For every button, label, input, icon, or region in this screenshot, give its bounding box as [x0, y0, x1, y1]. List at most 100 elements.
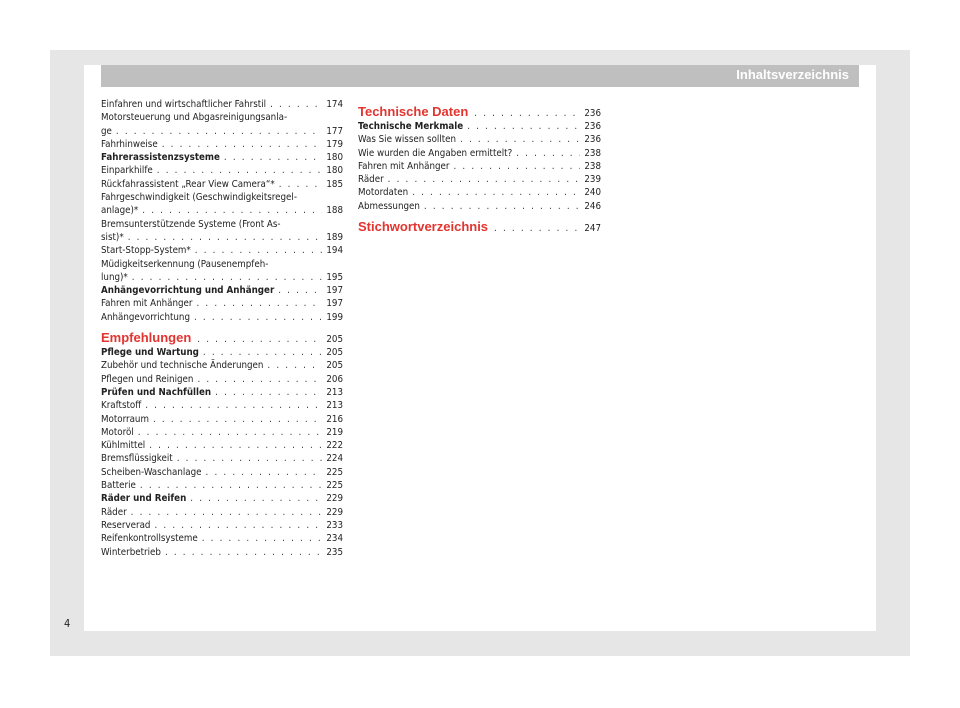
toc-entry-text: Motoröl [101, 426, 134, 438]
toc-entry[interactable]: Pflegen und Reinigen 206 [101, 373, 343, 386]
toc-entry-text: Bremsflüssigkeit [101, 453, 173, 465]
toc-entry[interactable]: Winterbetrieb 235 [101, 546, 343, 559]
toc-entry[interactable]: Reserverad 233 [101, 519, 343, 532]
page-ref: 213 [326, 386, 343, 398]
toc-entry-text: Pflege und Wartung [101, 347, 199, 359]
toc-entry[interactable]: Räder 239 [358, 173, 601, 186]
toc-entry-text: Anhängevorrichtung [101, 311, 190, 323]
toc-entry[interactable]: Anhängevorrichtung 199 [101, 311, 343, 324]
dot-leader [203, 346, 322, 359]
toc-entry-text: Reserverad [101, 519, 151, 531]
toc-entry[interactable]: Fahrerassistenzsysteme 180 [101, 151, 343, 164]
toc-entry[interactable]: Motorsteuerung und Abgasreinigungsanla-g… [101, 111, 343, 138]
section-title: Stichwortverzeichnis [358, 219, 489, 235]
toc-entry-text: Müdigkeitserkennung (Pausenempfeh- [101, 258, 269, 270]
page-ref: 236 [584, 134, 601, 146]
toc-entry-text: Räder [358, 174, 384, 186]
toc-entry[interactable]: Einfahren und wirtschaftlicher Fahrstil 1… [101, 98, 343, 111]
dot-leader [215, 386, 322, 399]
toc-entry[interactable]: Einparkhilfe 180 [101, 164, 343, 177]
toc-entry[interactable]: Fahren mit Anhänger 197 [101, 297, 343, 310]
toc-entry-text: Einparkhilfe [101, 165, 153, 177]
toc-entry[interactable]: Prüfen und Nachfüllen 213 [101, 386, 343, 399]
toc-entry-text: Was Sie wissen sollten [358, 134, 457, 146]
toc-entry[interactable]: Räder 229 [101, 506, 343, 519]
toc-entry-text: Wie wurden die Angaben ermittelt? [358, 147, 513, 159]
toc-entry[interactable]: Räder und Reifen 229 [101, 492, 343, 505]
toc-entry-text: Räder [101, 506, 127, 518]
page-ref: 197 [326, 298, 343, 310]
page-ref: 179 [326, 138, 343, 150]
toc-entry-text: Fahren mit Anhänger [101, 298, 193, 310]
toc-entry[interactable]: Technische Merkmale 236 [358, 120, 601, 133]
dot-leader [162, 138, 323, 151]
page-ref: 236 [584, 108, 601, 119]
toc-entry[interactable]: Batterie 225 [101, 479, 343, 492]
dot-leader [424, 200, 580, 213]
dot-leader [195, 244, 323, 257]
toc-entry[interactable]: Reifenkontrollsysteme 234 [101, 532, 343, 545]
toc-entry[interactable]: Fahren mit Anhänger 238 [358, 160, 601, 173]
page-ref: 199 [326, 311, 343, 323]
dot-leader [165, 546, 322, 559]
toc-entry-text: Reifenkontrollsysteme [101, 533, 198, 545]
dot-leader [194, 311, 322, 324]
dot-leader [145, 399, 322, 412]
dot-leader [494, 223, 580, 234]
toc-section-heading[interactable]: Technische Daten 236 [358, 104, 601, 119]
toc-section-heading[interactable]: Empfehlungen 205 [101, 330, 343, 345]
toc-entry[interactable]: Pflege und Wartung 205 [101, 346, 343, 359]
toc-entry-text: ge [101, 125, 112, 137]
page-ref: 222 [326, 440, 343, 452]
page-ref: 234 [326, 533, 343, 545]
page-ref: 246 [584, 200, 601, 212]
toc-entry-text: Zubehör und technische Änderungen [101, 360, 264, 372]
dot-leader [267, 359, 322, 372]
page-ref: 180 [326, 152, 343, 164]
toc-entry[interactable]: Scheiben-Waschanlage 225 [101, 466, 343, 479]
toc-entry[interactable]: Bremsunterstützende Systeme (Front As-si… [101, 218, 343, 245]
toc-entry[interactable]: Was Sie wissen sollten 236 [358, 133, 601, 146]
page-ref: 188 [326, 205, 343, 217]
dot-leader [197, 373, 322, 386]
toc-entry-text: Rückfahrassistent „Rear View Camera“* [101, 178, 275, 190]
page-ref: 238 [584, 147, 601, 159]
toc-entry[interactable]: Müdigkeitserkennung (Pausenempfeh-lung)*… [101, 258, 343, 285]
toc-entry-text: Räder und Reifen [101, 493, 187, 505]
toc-entry[interactable]: Start-Stopp-System* 194 [101, 244, 343, 257]
toc-entry-text: Batterie [101, 480, 136, 492]
dot-leader [278, 284, 322, 297]
toc-entry[interactable]: Bremsflüssigkeit 224 [101, 452, 343, 465]
page-ref: 174 [326, 99, 343, 110]
dot-leader [202, 532, 323, 545]
dot-leader [190, 492, 322, 505]
toc-entry-text: lung)* [101, 271, 128, 283]
page-number: 4 [64, 617, 71, 630]
toc-entry-text: sist)* [101, 231, 124, 243]
toc-left-column: Einfahren und wirtschaftlicher Fahrstil 1… [101, 98, 343, 559]
page-ref: 224 [326, 453, 343, 465]
page-ref: 229 [326, 493, 343, 505]
toc-entry[interactable]: Motorraum 216 [101, 413, 343, 426]
toc-entry[interactable]: Motoröl 219 [101, 426, 343, 439]
dot-leader [224, 151, 322, 164]
dot-leader [197, 334, 322, 345]
dot-leader [388, 173, 581, 186]
toc-entry[interactable]: Rückfahrassistent „Rear View Camera“* 185 [101, 178, 343, 191]
toc-entry[interactable]: Anhängevorrichtung und Anhänger 197 [101, 284, 343, 297]
toc-entry-text: Pflegen und Reinigen [101, 373, 194, 385]
toc-entry-text: Anhängevorrichtung und Anhänger [101, 285, 275, 297]
dot-leader [154, 519, 322, 532]
toc-entry[interactable]: Motordaten 240 [358, 186, 601, 199]
dot-leader [467, 120, 580, 133]
toc-section-heading[interactable]: Stichwortverzeichnis 247 [358, 219, 601, 234]
toc-entry[interactable]: Kühlmittel 222 [101, 439, 343, 452]
dot-leader [460, 133, 580, 146]
toc-entry[interactable]: Abmessungen 246 [358, 200, 601, 213]
toc-entry[interactable]: Kraftstoff 213 [101, 399, 343, 412]
toc-entry[interactable]: Wie wurden die Angaben ermittelt? 238 [358, 147, 601, 160]
toc-entry[interactable]: Fahrhinweise 179 [101, 138, 343, 151]
toc-entry[interactable]: Fahrgeschwindigkeit (Geschwindigkeitsreg… [101, 191, 343, 218]
page-ref: 197 [326, 285, 343, 297]
toc-entry[interactable]: Zubehör und technische Änderungen 205 [101, 359, 343, 372]
